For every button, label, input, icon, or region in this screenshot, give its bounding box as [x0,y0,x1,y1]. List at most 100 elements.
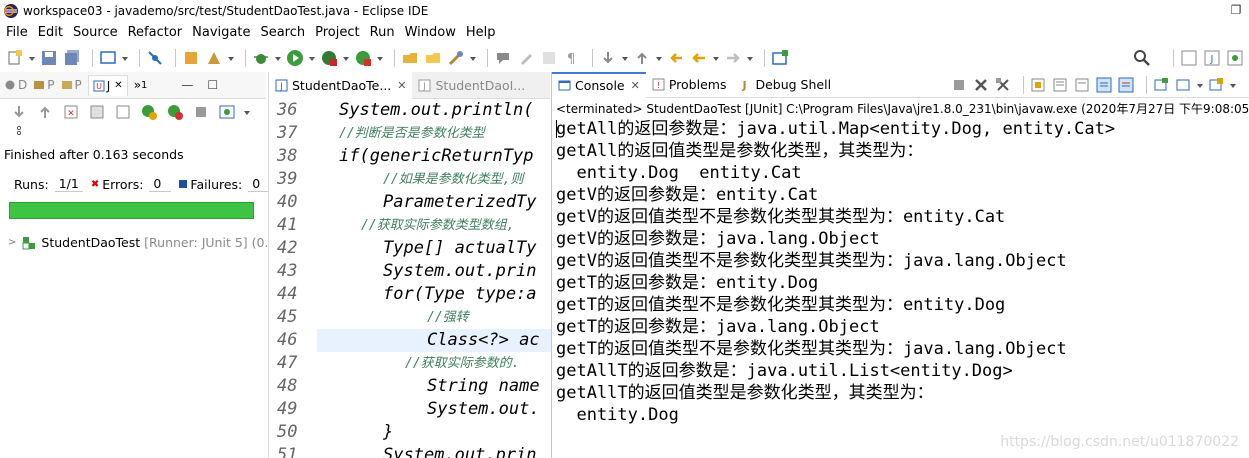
search-tool-icon[interactable] [447,49,465,67]
last-edit-location-icon[interactable] [667,49,685,67]
remove-launch-icon[interactable] [973,77,989,93]
forward-dropdown-caret[interactable] [747,49,754,67]
tab-problems[interactable]: ! Problems [646,72,733,98]
menu-navigate[interactable]: Navigate [187,23,255,43]
code-line[interactable]: 50} [269,421,551,444]
code-line[interactable]: 44 for(Type type:a [269,283,551,306]
new-dropdown-caret[interactable] [29,49,36,67]
display-console-dropdown-caret[interactable] [1197,76,1204,94]
maximize-view-button[interactable]: ☐ [207,78,218,92]
code-line[interactable]: 46 Class<?> ac [277,329,551,352]
code-line[interactable]: 39 //如果是参数化类型,则 [269,168,551,191]
display-selected-console-icon[interactable] [1175,77,1191,93]
tab-studentdaotest[interactable]: J StudentDaoTe... ✕ [269,71,413,99]
next-annotation-dropdown-caret[interactable] [622,49,629,67]
terminate-icon[interactable] [951,77,967,93]
open-type-icon[interactable] [401,49,419,67]
terminal-icon[interactable] [99,49,117,67]
next-annotation-icon[interactable] [599,49,617,67]
search-icon[interactable] [1133,49,1151,67]
open-perspective-icon[interactable] [771,49,789,67]
scroll-lock-icon[interactable] [88,103,106,121]
menu-run[interactable]: Run [365,23,400,43]
java-build-icon[interactable] [182,49,200,67]
previous-annotation-icon[interactable] [633,49,651,67]
open-folder-icon[interactable] [424,49,442,67]
terminal-dropdown-caret[interactable] [122,49,129,67]
show-when-stderr-icon[interactable] [1118,77,1134,93]
chevron-right-icon[interactable]: > [8,237,16,248]
menu-file[interactable]: File [0,23,33,43]
menu-project[interactable]: Project [310,23,364,43]
view-menu-icon[interactable] [14,125,24,141]
refactor-icon[interactable] [205,49,223,67]
external-tools-icon[interactable] [354,49,372,67]
open-console-dropdown-caret[interactable] [1230,76,1237,94]
pin-console-icon[interactable] [1153,77,1169,93]
tab-package-explorer[interactable]: P [33,78,55,92]
forward-icon[interactable] [724,49,742,67]
code-area[interactable]: 36 System.out.println(37 //判断是否是参数化类型 38 if(… [269,99,551,458]
console-output[interactable]: getAll的返回参数是：java.util.Map<entity.Dog, e… [556,118,1246,426]
menu-window[interactable]: Window [400,23,461,43]
scroll-lock-icon[interactable] [1030,77,1046,93]
previous-annotation-dropdown-caret[interactable] [656,49,663,67]
restore-window-button[interactable]: ❐ [1229,2,1243,18]
rerun-failed-first-icon[interactable] [166,103,184,121]
pen-icon[interactable] [517,49,535,67]
code-line[interactable]: 41 //获取实际参数类型数组, [269,214,551,237]
tab-console[interactable]: Console ✕ [552,71,646,98]
skip-breakpoints-icon[interactable] [146,49,164,67]
clear-console-icon[interactable] [1052,77,1068,93]
back-icon[interactable] [690,49,708,67]
code-line[interactable]: 38 if(genericReturnTyp [269,145,551,168]
debug-dropdown-caret[interactable] [275,49,282,67]
code-line[interactable]: 45 //强转 [269,306,551,329]
show-when-stdout-icon[interactable] [1096,77,1112,93]
code-line[interactable]: 51 System.out.prin [269,444,551,458]
menu-edit[interactable]: Edit [33,23,68,43]
remove-all-terminated-icon[interactable] [995,77,1011,93]
code-line[interactable]: 40 ParameterizedTy [269,191,551,214]
save-all-icon[interactable] [63,49,81,67]
rerun-test-icon[interactable] [140,103,158,121]
minimize-view-button[interactable]: — [181,78,193,92]
java-perspective-icon[interactable]: J [1203,49,1221,67]
tab-project-explorer[interactable]: P [61,78,82,92]
test-tree-item[interactable]: > StudentDaoTest [Runner: JUnit 5] (0.0 [8,235,276,250]
word-wrap-icon[interactable] [1074,77,1090,93]
test-history-icon[interactable] [218,103,236,121]
menu-source[interactable]: Source [68,23,123,43]
external-tools-dropdown-caret[interactable] [377,49,384,67]
tab-junit[interactable]: U J ✕ [87,74,128,96]
refactor-dropdown-caret[interactable] [228,49,235,67]
code-line[interactable]: 48 String name [269,375,551,398]
open-console-icon[interactable] [1208,77,1224,93]
menu-search[interactable]: Search [255,23,310,43]
coverage-icon[interactable] [320,49,338,67]
coverage-dropdown-caret[interactable] [343,49,350,67]
run-icon[interactable] [286,49,304,67]
history-dropdown-caret[interactable] [244,103,251,121]
back-dropdown-caret[interactable] [713,49,720,67]
code-line[interactable]: 47 //获取实际参数的. [269,352,551,375]
close-icon[interactable]: ✕ [397,79,406,92]
pilcrow-icon[interactable]: ¶ [563,49,581,67]
tab-studentdaoimpl[interactable]: J StudentDaoI... [412,72,531,99]
close-icon[interactable]: ✕ [114,80,122,91]
show-failures-only-icon[interactable]: ✕ [62,103,80,121]
save-icon[interactable] [40,49,58,67]
close-icon[interactable]: ✕ [631,79,640,92]
code-line[interactable]: 36 System.out.println( [269,99,551,122]
debug-perspective-icon[interactable] [1226,49,1244,67]
next-failure-icon[interactable] [10,103,28,121]
code-line[interactable]: 43 System.out.prin [269,260,551,283]
mark-occurrences-icon[interactable] [540,49,558,67]
menu-refactor[interactable]: Refactor [123,23,188,43]
tab-debug-shell[interactable]: J Debug Shell [732,72,837,98]
previous-failure-icon[interactable] [36,103,54,121]
code-line[interactable]: 42 Type[] actualTy [269,237,551,260]
tab-declaration[interactable]: D [4,78,27,92]
search-dropdown-caret[interactable] [470,49,477,67]
menu-help[interactable]: Help [461,23,501,43]
